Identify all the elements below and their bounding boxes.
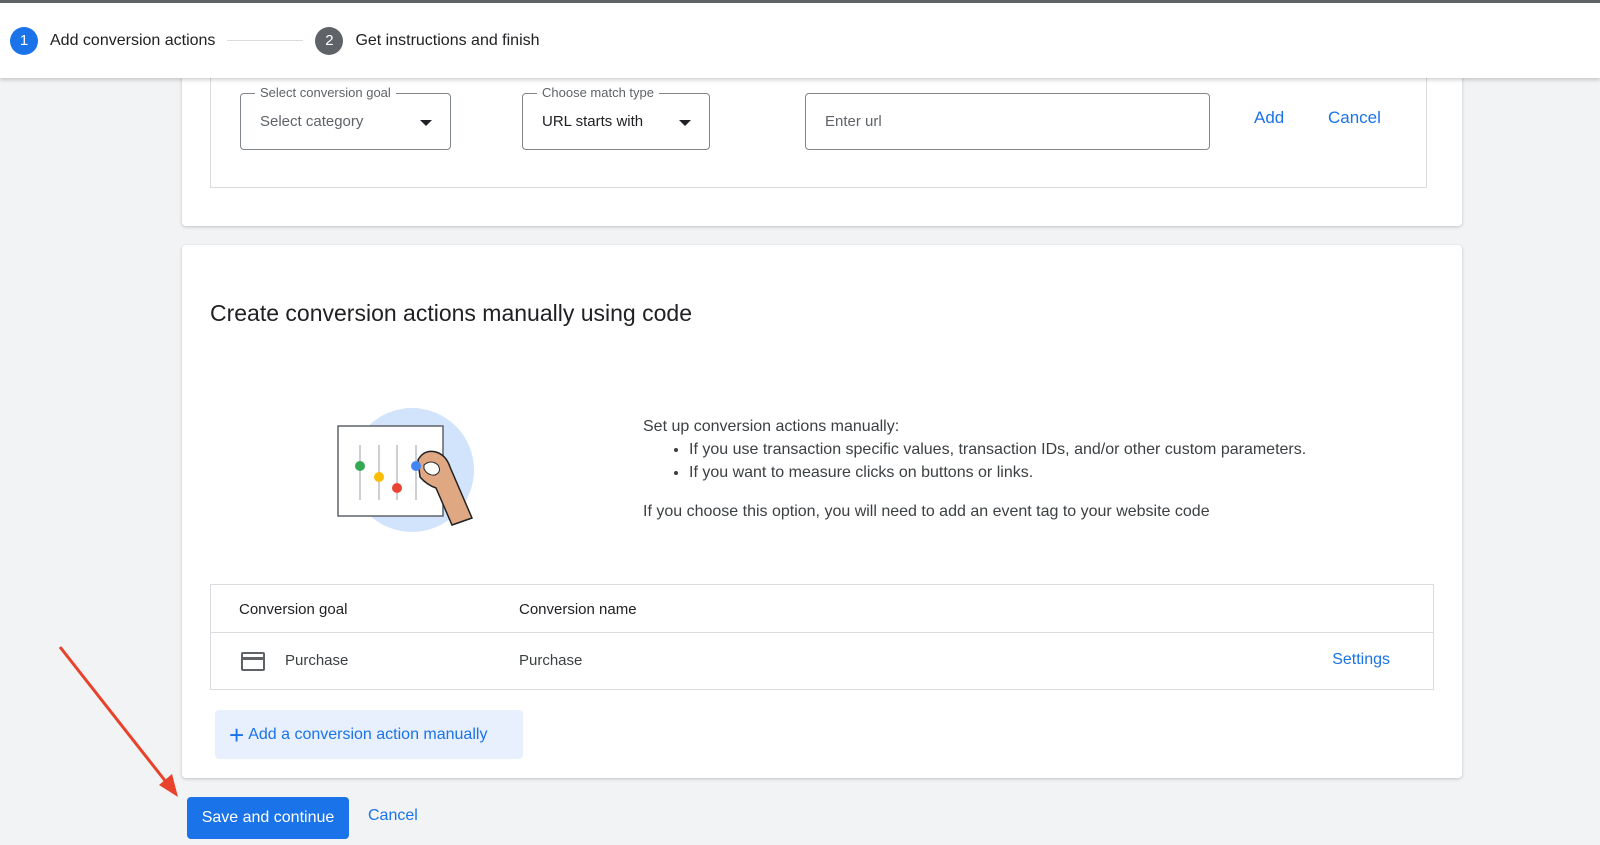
save-and-continue-button[interactable]: Save and continue — [187, 797, 349, 839]
description-note: If you choose this option, you will need… — [643, 503, 1210, 520]
stepper: 1 Add conversion actions 2 Get instructi… — [0, 0, 1600, 78]
add-conversion-action-label: Add a conversion action manually — [248, 725, 488, 743]
match-type-label: Choose match type — [537, 85, 660, 101]
match-type-value: URL starts with — [542, 113, 644, 130]
step-1-label[interactable]: Add conversion actions — [50, 32, 215, 50]
description-bullets: If you use transaction specific values, … — [689, 438, 1306, 484]
conversion-goal-select[interactable]: Select conversion goal Select category — [240, 85, 451, 150]
column-header-name: Conversion name — [519, 601, 637, 618]
row-name: Purchase — [519, 652, 583, 669]
conversion-actions-table: Conversion goal Conversion name Purchase… — [210, 584, 1434, 690]
manual-description: Set up conversion actions manually: If y… — [643, 415, 1306, 523]
step-1-number: 1 — [10, 26, 38, 55]
section-title: Create conversion actions manually using… — [210, 300, 692, 326]
plus-icon: + — [229, 719, 245, 750]
table-row: Purchase Purchase Settings — [211, 633, 1433, 690]
description-bullet: If you want to measure clicks on buttons… — [689, 461, 1306, 484]
table-header: Conversion goal Conversion name — [211, 585, 1433, 633]
row-goal: Purchase — [285, 652, 349, 669]
equalizer-illustration-icon — [337, 408, 474, 532]
add-button[interactable]: Add — [1254, 108, 1284, 128]
description-bullet: If you use transaction specific values, … — [689, 438, 1306, 461]
cancel-button[interactable]: Cancel — [368, 807, 418, 825]
credit-card-icon — [241, 652, 265, 671]
step-connector — [227, 40, 304, 41]
description-intro: Set up conversion actions manually: — [643, 418, 900, 435]
column-header-goal: Conversion goal — [239, 601, 348, 618]
match-type-select[interactable]: Choose match type URL starts with — [522, 85, 710, 150]
conversion-goal-value: Select category — [260, 113, 364, 130]
settings-link[interactable]: Settings — [1332, 651, 1390, 669]
add-conversion-action-button[interactable]: + Add a conversion action manually — [215, 710, 523, 759]
step-2-label[interactable]: Get instructions and finish — [355, 32, 539, 50]
cancel-rule-button[interactable]: Cancel — [1328, 108, 1381, 128]
manual-code-card: Create conversion actions manually using… — [182, 245, 1462, 778]
conversion-goal-label: Select conversion goal — [255, 85, 396, 101]
dropdown-arrow-icon — [679, 120, 691, 126]
step-2-number: 2 — [315, 26, 344, 55]
dropdown-arrow-icon — [420, 120, 432, 126]
url-input[interactable] — [805, 93, 1210, 150]
